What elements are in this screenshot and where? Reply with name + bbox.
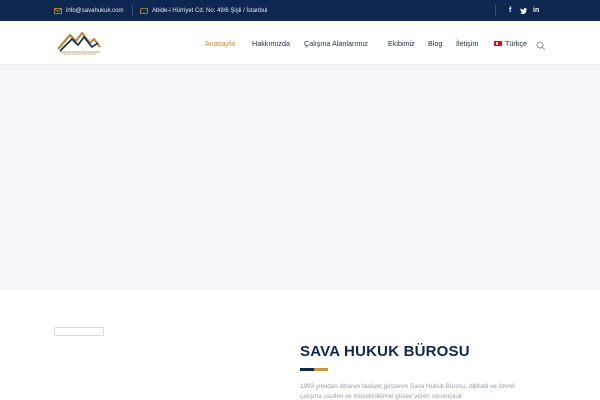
search-icon[interactable] bbox=[536, 38, 546, 51]
twitter-icon[interactable] bbox=[520, 0, 527, 21]
nav-about[interactable]: Hakkımızda bbox=[252, 21, 290, 65]
nav-home[interactable]: Anasayfa bbox=[205, 21, 235, 65]
topbar-divider-right bbox=[495, 5, 496, 16]
about-image-placeholder bbox=[54, 327, 104, 336]
envelope-icon bbox=[54, 7, 62, 14]
nav-practice-areas[interactable]: Çalışma Alanlarımız bbox=[304, 21, 368, 65]
linkedin-icon[interactable]: in bbox=[533, 0, 539, 21]
address-text: Abide-i Hürriyet Cd. No: 49/6 Şişli / İs… bbox=[152, 7, 268, 14]
logo-caption: SAVA HUKUK BÜROSU bbox=[63, 53, 97, 56]
nav-team[interactable]: Ekibimiz bbox=[388, 21, 415, 65]
logo[interactable]: SAVA HUKUK BÜROSU bbox=[56, 29, 102, 59]
logo-mark-icon bbox=[57, 31, 101, 53]
title-underline bbox=[300, 368, 328, 371]
underline-navy bbox=[300, 368, 314, 371]
email-text[interactable]: info@savahukuk.com bbox=[66, 8, 123, 14]
topbar-divider bbox=[132, 5, 133, 16]
language-label: Türkçe bbox=[505, 38, 527, 48]
nav-contact[interactable]: İletişim bbox=[456, 21, 478, 65]
underline-gold bbox=[314, 368, 328, 371]
about-text: 1993 yılından itibaren faaliyet gösteren… bbox=[300, 383, 515, 400]
facebook-icon[interactable]: f bbox=[509, 0, 511, 21]
nav-blog[interactable]: Blog bbox=[428, 21, 442, 65]
hero-banner bbox=[0, 65, 600, 288]
email-contact[interactable]: info@savahukuk.com bbox=[54, 0, 123, 21]
map-icon bbox=[140, 7, 148, 14]
site-header: SAVA HUKUK BÜROSU Anasayfa Hakkımızda Ça… bbox=[0, 21, 600, 65]
turkey-flag-icon bbox=[494, 40, 502, 46]
about-title: SAVA HUKUK BÜROSU bbox=[300, 343, 470, 360]
section-divider bbox=[0, 288, 600, 289]
address-contact: Abide-i Hürriyet Cd. No: 49/6 Şişli / İs… bbox=[140, 0, 267, 21]
language-switcher[interactable]: Türkçe bbox=[494, 21, 527, 65]
top-bar: info@savahukuk.com Abide-i Hürriyet Cd. … bbox=[0, 0, 600, 21]
